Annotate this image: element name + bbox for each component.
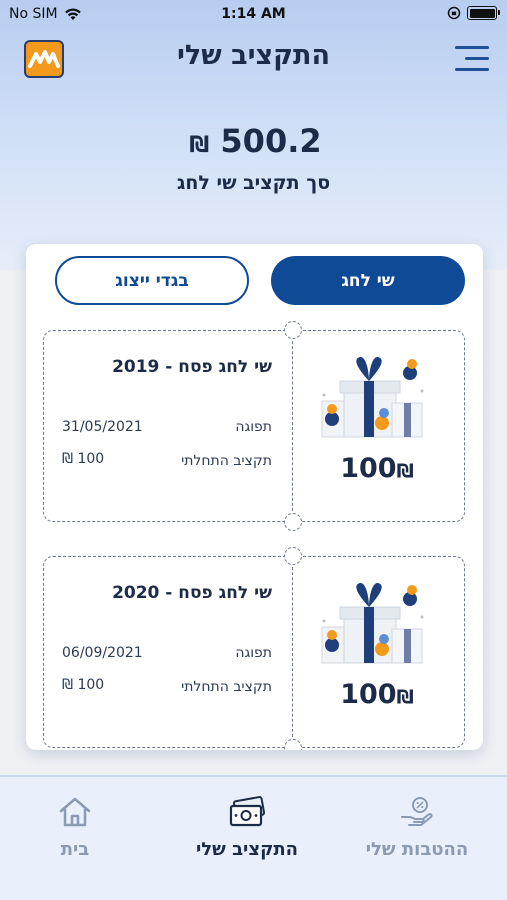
nav-my-benefits-label: ההטבות שלי — [365, 839, 469, 860]
battery-icon — [467, 6, 500, 20]
expiry-label: תפוגה — [235, 645, 272, 661]
ticket-amount: 100₪ — [340, 453, 414, 484]
menu-icon — [455, 46, 489, 49]
menu-button[interactable] — [455, 44, 489, 74]
budget-amount-value: 500.2 — [220, 122, 322, 160]
budget-total: 500.2 ₪ — [0, 122, 507, 160]
orientation-lock-icon — [447, 6, 461, 20]
currency-symbol: ₪ — [189, 133, 210, 158]
gift-illustration — [321, 582, 424, 664]
budget-ticket[interactable]: שי לחג פסח - 2019 תפוגה 31/05/2021 תקציב… — [43, 321, 465, 531]
initial-budget-value: 100 ₪ — [62, 677, 105, 693]
expiry-value: 06/09/2021 — [62, 645, 143, 661]
clock: 1:14 AM — [221, 6, 286, 22]
initial-budget-label: תקציב התחלתי — [181, 453, 272, 469]
nav-my-budget-label: התקציב שלי — [195, 839, 299, 860]
status-bar: No SIM 1:14 AM — [0, 0, 507, 30]
tab-holiday-gift[interactable]: שי לחג — [271, 256, 465, 305]
bottom-navigation: בית התקציב שלי ההטבות שלי — [0, 775, 507, 900]
nav-home[interactable]: בית — [0, 795, 150, 860]
ticket-title: שי לחג פסח - 2020 — [112, 583, 272, 603]
expiry-value: 31/05/2021 — [62, 419, 143, 435]
budget-total-label: סך תקציב שי לחג — [176, 172, 331, 194]
gift-illustration — [321, 356, 424, 438]
ticket-title: שי לחג פסח - 2019 — [112, 357, 272, 377]
home-icon — [59, 797, 91, 827]
nav-home-label: בית — [60, 839, 90, 860]
nav-my-budget[interactable]: התקציב שלי — [172, 795, 322, 860]
expiry-label: תפוגה — [235, 419, 272, 435]
nav-my-benefits[interactable]: ההטבות שלי — [342, 795, 492, 860]
budget-panel: שי לחג בגדי ייצוג שי לחג פסח - 2019 תפוג… — [26, 244, 483, 750]
initial-budget-value: 100 ₪ — [62, 451, 105, 467]
ticket-amount: 100₪ — [340, 679, 414, 710]
benefits-icon — [401, 797, 433, 826]
page-title: התקציב שלי — [176, 40, 331, 71]
budget-ticket[interactable]: שי לחג פסח - 2020 תפוגה 06/09/2021 תקציב… — [43, 547, 465, 750]
tab-representation-clothing[interactable]: בגדי ייצוג — [55, 256, 249, 305]
initial-budget-label: תקציב התחלתי — [181, 679, 272, 695]
money-icon — [229, 796, 266, 827]
